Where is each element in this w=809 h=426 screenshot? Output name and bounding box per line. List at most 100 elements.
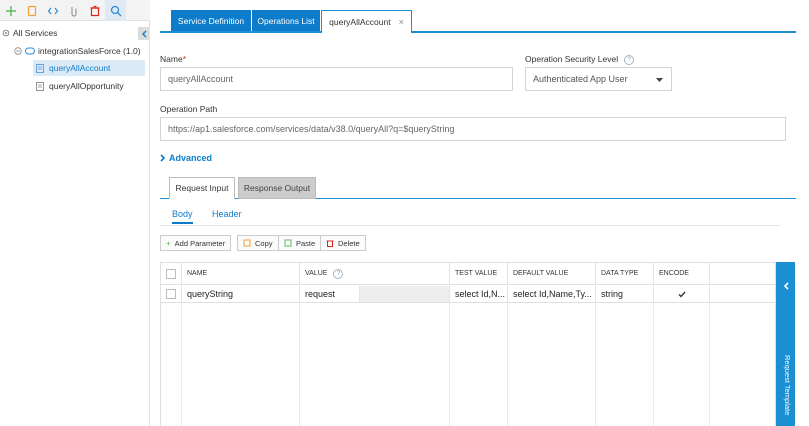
cell-spacer	[710, 286, 776, 303]
tab-operations-list[interactable]: Operations List	[252, 10, 320, 31]
copy-icon	[243, 239, 251, 247]
plus-icon: +	[166, 238, 171, 248]
cell-value[interactable]: request	[300, 286, 360, 303]
tab-body[interactable]: Body	[172, 209, 193, 224]
tab-header[interactable]: Header	[212, 209, 242, 219]
security-level-label-text: Operation Security Level	[525, 54, 619, 64]
column-divider	[709, 303, 710, 426]
chevron-left-icon	[783, 282, 789, 290]
body-header-tabs: Body Header	[160, 205, 780, 226]
cell-value-extension[interactable]	[360, 286, 450, 303]
security-level-select[interactable]: Authenticated App User	[525, 67, 672, 91]
tab-label: queryAllAccount	[329, 17, 391, 27]
link-button[interactable]	[63, 0, 84, 21]
column-header-test-value[interactable]: TEST VALUE	[450, 263, 508, 285]
paste-button[interactable]: Paste	[278, 235, 322, 251]
tree-operation-label: queryAllAccount	[49, 63, 111, 73]
cell-encode[interactable]	[654, 286, 710, 303]
column-header-name[interactable]: NAME	[182, 263, 300, 285]
select-all-checkbox-cell	[161, 263, 182, 285]
tab-request-input[interactable]: Request Input	[169, 177, 235, 199]
help-icon[interactable]: ?	[333, 268, 344, 279]
io-tabbar: Request Input Response Output	[160, 177, 796, 199]
security-level-value: Authenticated App User	[533, 74, 628, 84]
delete-label: Delete	[338, 238, 360, 248]
select-all-checkbox[interactable]	[166, 268, 176, 279]
tree-operation-label: queryAllOpportunity	[49, 81, 124, 91]
name-field-value: queryAllAccount	[168, 74, 234, 84]
code-button[interactable]	[42, 0, 63, 21]
tab-response-output[interactable]: Response Output	[238, 177, 316, 199]
operation-path-value: https://ap1.salesforce.com/services/data…	[168, 124, 455, 134]
search-icon	[110, 5, 121, 16]
cell-data-type[interactable]: string	[596, 286, 654, 303]
column-header-spacer	[710, 263, 776, 285]
cell-test-value[interactable]: select Id,N...	[450, 286, 508, 303]
security-level-label: Operation Security Level?	[525, 54, 635, 65]
column-header-value[interactable]: VALUE?	[300, 263, 450, 285]
document-button[interactable]	[21, 0, 42, 21]
operation-icon	[36, 63, 44, 73]
services-sidebar: All Services integrationSalesForce (1.0)…	[0, 0, 150, 426]
request-template-panel[interactable]: Request Template	[776, 262, 795, 426]
help-icon[interactable]: ?	[624, 54, 635, 65]
tab-label: Operations List	[257, 15, 315, 26]
tab-query-all-account[interactable]: queryAllAccount ×	[321, 10, 412, 33]
close-icon[interactable]: ×	[399, 17, 404, 27]
tab-service-definition[interactable]: Service Definition	[171, 10, 251, 31]
add-parameter-label: Add Parameter	[174, 238, 226, 248]
cell-name[interactable]: queryString	[182, 286, 300, 303]
tab-label: Request Input	[175, 183, 229, 193]
tree-service-label: integrationSalesForce (1.0)	[38, 46, 141, 56]
chevron-left-icon	[141, 30, 146, 37]
app-root: All Services integrationSalesForce (1.0)…	[0, 0, 809, 426]
tree-root-label: All Services	[13, 28, 58, 38]
caret-down-icon	[656, 78, 663, 82]
name-label: Name*	[160, 54, 186, 64]
gear-icon	[2, 29, 10, 37]
copy-label: Copy	[255, 238, 273, 248]
advanced-toggle[interactable]: Advanced	[160, 153, 212, 163]
add-button[interactable]	[0, 0, 21, 21]
operation-path-field[interactable]: https://ap1.salesforce.com/services/data…	[160, 117, 786, 141]
trash-icon	[326, 240, 334, 247]
editor-tabbar: Service Definition Operations List query…	[160, 10, 796, 33]
name-label-text: Name	[160, 54, 183, 64]
checkmark-icon	[678, 291, 686, 298]
column-divider	[595, 303, 596, 426]
add-parameter-button[interactable]: + Add Parameter	[160, 235, 232, 251]
tree-root-all-services[interactable]: All Services	[2, 25, 57, 41]
operation-icon	[36, 81, 44, 91]
name-field[interactable]: queryAllAccount	[160, 67, 513, 91]
column-divider	[653, 303, 654, 426]
collapse-minus-icon	[14, 47, 22, 55]
link-icon	[70, 6, 77, 17]
advanced-label: Advanced	[169, 153, 213, 163]
delete-row-button[interactable]: Delete	[320, 235, 366, 251]
tab-label: Service Definition	[177, 15, 245, 26]
column-header-encode[interactable]: ENCODE	[654, 263, 710, 285]
column-divider	[181, 303, 182, 426]
sidebar-toolbar	[0, 0, 150, 21]
tree-service-item[interactable]: integrationSalesForce (1.0)	[14, 43, 141, 59]
column-divider	[449, 303, 450, 426]
request-template-label: Request Template	[783, 355, 792, 416]
cell-default-value[interactable]: select Id,Name,Ty...	[508, 286, 596, 303]
chevron-right-icon	[160, 154, 166, 162]
plus-icon	[5, 5, 16, 16]
code-icon	[47, 7, 58, 14]
column-header-default-value[interactable]: DEFAULT VALUE	[508, 263, 596, 285]
column-header-data-type[interactable]: DATA TYPE	[596, 263, 654, 285]
search-button[interactable]	[105, 0, 126, 21]
column-divider	[299, 303, 300, 426]
row-checkbox-cell	[161, 286, 182, 303]
paste-icon	[284, 239, 292, 247]
delete-button[interactable]	[84, 0, 105, 21]
tree-operation-item[interactable]: queryAllAccount	[33, 60, 145, 76]
column-header-value-label: VALUE	[305, 270, 328, 277]
row-checkbox[interactable]	[166, 289, 176, 299]
collapse-sidebar-button[interactable]	[138, 27, 149, 40]
column-divider	[507, 303, 508, 426]
copy-button[interactable]: Copy	[237, 235, 279, 251]
tree-operation-item[interactable]: queryAllOpportunity	[33, 78, 124, 94]
